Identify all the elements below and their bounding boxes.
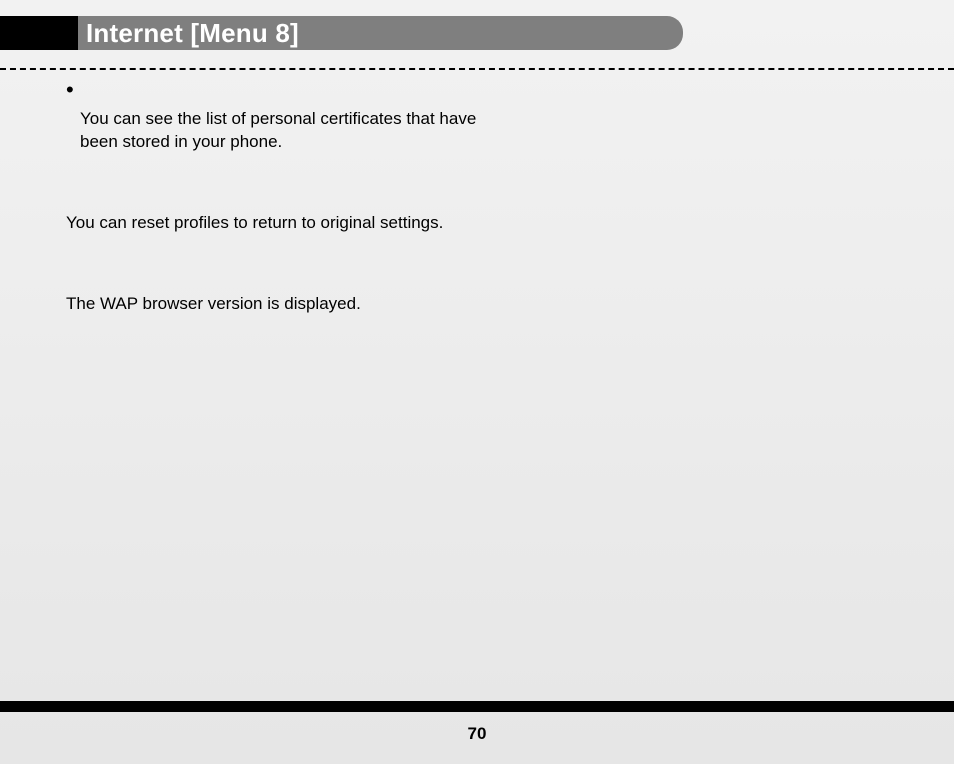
divider-dashed bbox=[0, 68, 954, 70]
paragraph-version: The WAP browser version is displayed. bbox=[66, 293, 566, 316]
header-black-block bbox=[0, 16, 78, 50]
paragraph-reset: You can reset profiles to return to orig… bbox=[66, 212, 566, 235]
bullet-item: • You can see the list of personal certi… bbox=[66, 80, 886, 154]
section-header: Internet [Menu 8] bbox=[0, 16, 954, 50]
bullet-text: You can see the list of personal certifi… bbox=[80, 108, 485, 154]
page-number: 70 bbox=[0, 724, 954, 744]
header-gray-block: Internet [Menu 8] bbox=[78, 16, 683, 50]
footer-bar bbox=[0, 701, 954, 712]
bullet-icon: • bbox=[66, 80, 80, 98]
content-area: • You can see the list of personal certi… bbox=[66, 80, 886, 316]
page-title: Internet [Menu 8] bbox=[78, 18, 299, 49]
